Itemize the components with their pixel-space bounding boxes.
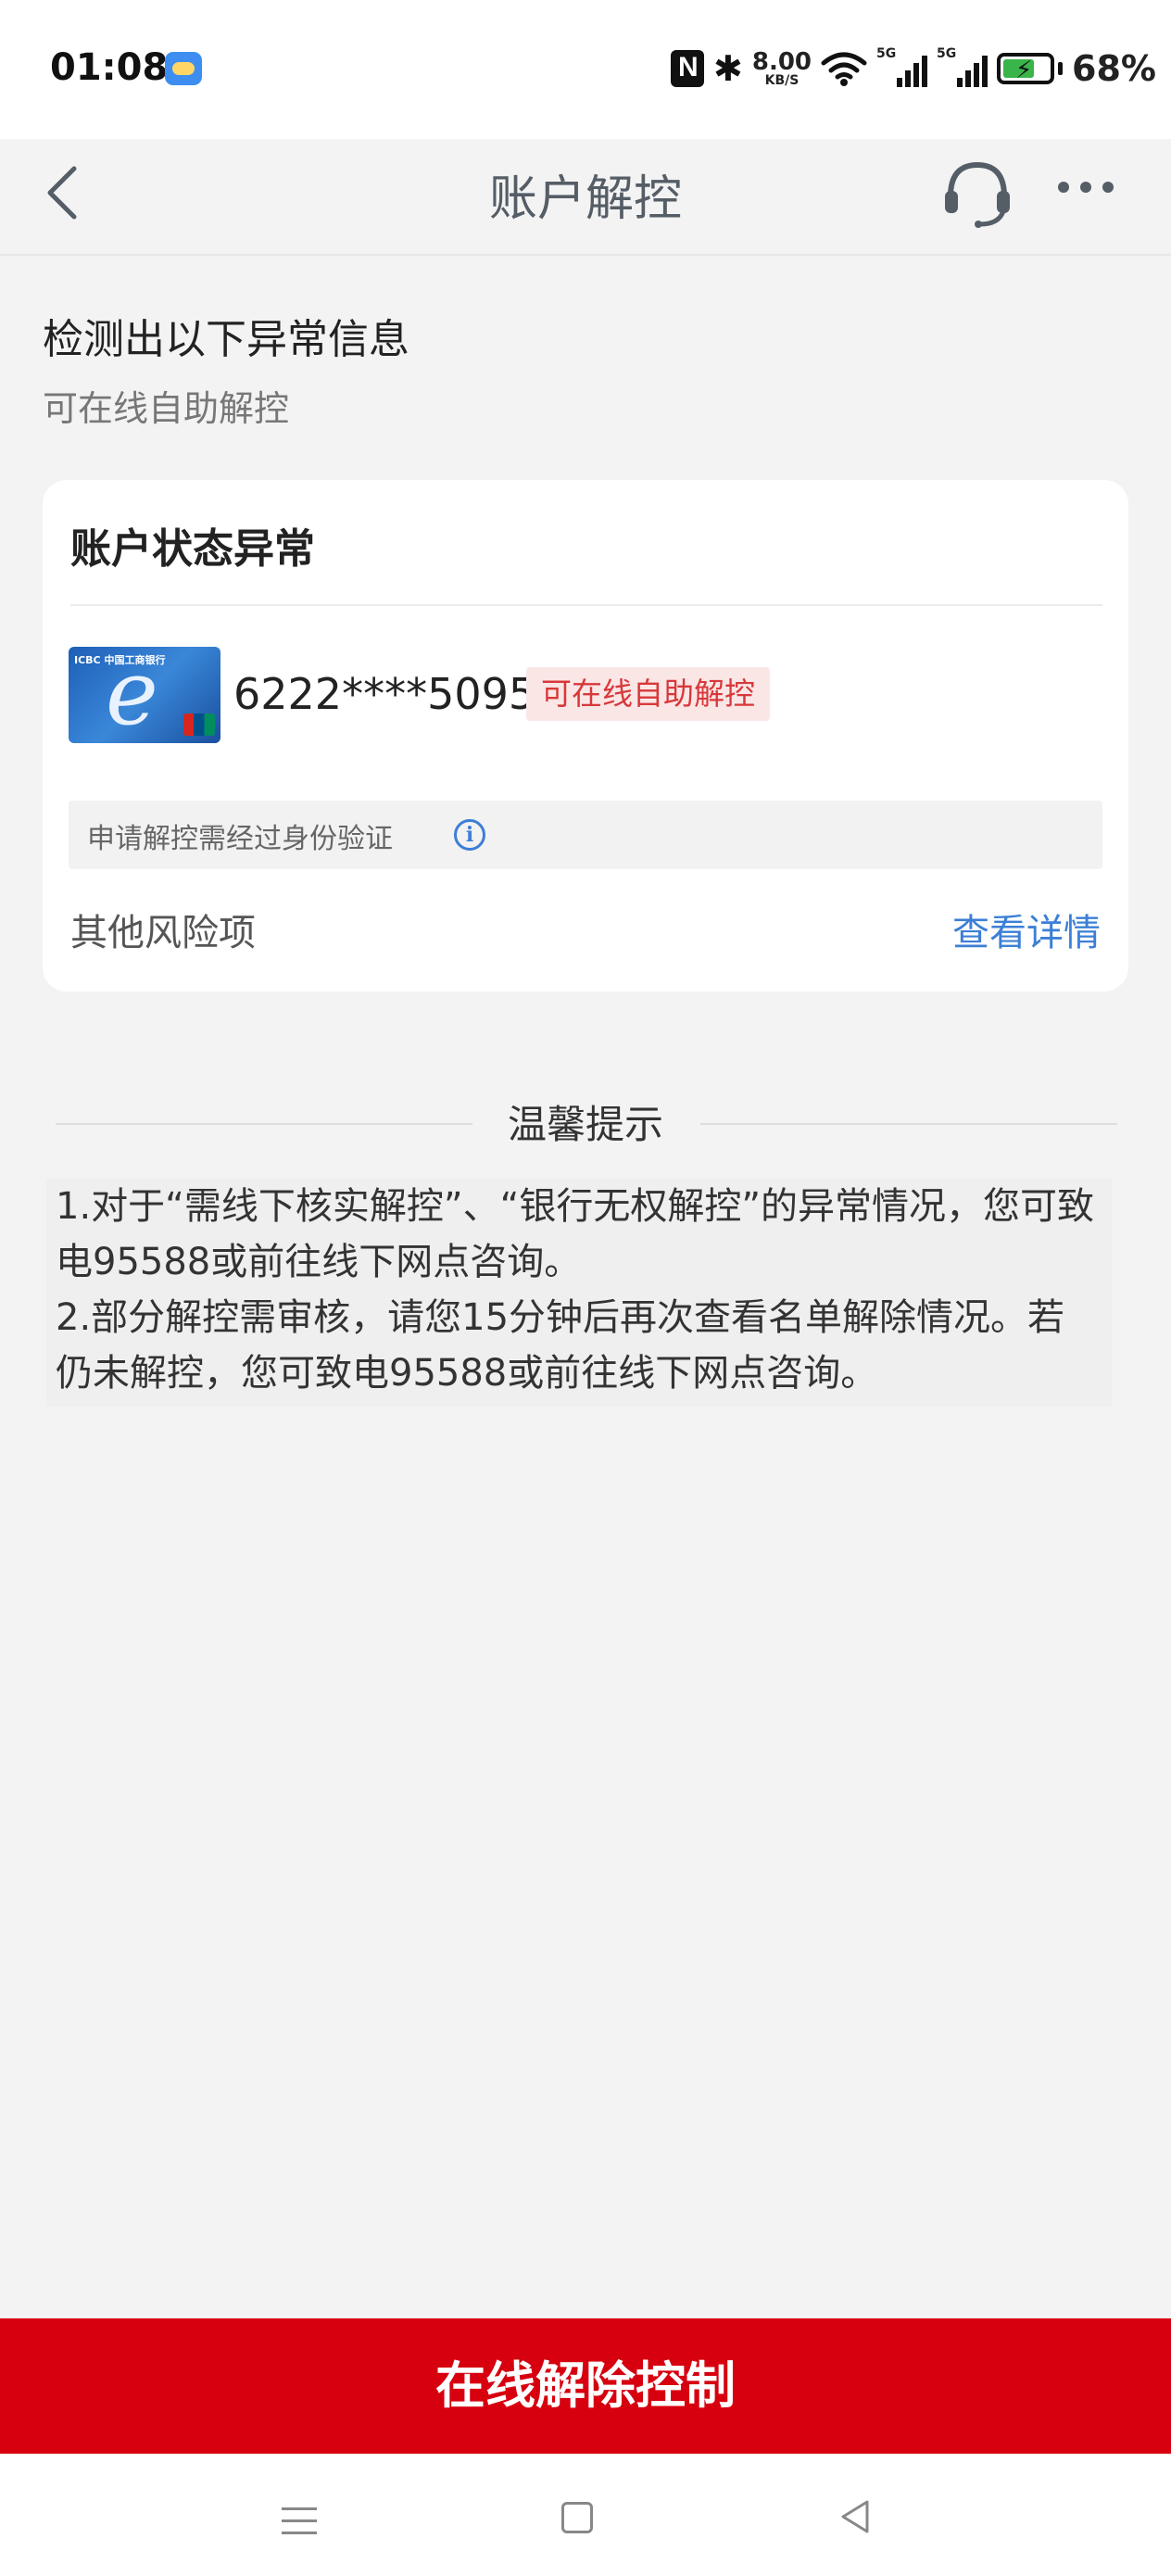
verification-notice: 申请解控需经过身份验证 i: [69, 801, 1102, 869]
recent-apps-icon[interactable]: [282, 2507, 317, 2544]
home-icon[interactable]: [561, 2502, 593, 2533]
verification-notice-text: 申请解控需经过身份验证: [87, 823, 393, 855]
signal-icon: 5G: [937, 46, 988, 87]
tips-line: 2.部分解控需审核，请您15分钟后再次查看名单解除情况。若: [56, 1296, 1065, 1339]
network-speed-unit: KB/S: [764, 73, 800, 88]
network-speed-value: 8.00: [751, 48, 812, 76]
tips-line: 仍未解控，您可致电95588或前往线下网点咨询。: [56, 1352, 878, 1395]
other-risk-label: 其他风险项: [70, 912, 256, 954]
network-speed: 8.00 KB/S: [752, 50, 812, 87]
bluetooth-icon: ✱: [713, 48, 743, 89]
tips-title: 温馨提示: [507, 1102, 663, 1147]
battery-icon: ⚡: [997, 53, 1064, 84]
wifi-icon: [821, 52, 867, 86]
nav-divider: [0, 254, 1171, 256]
card-divider: [70, 604, 1102, 606]
customer-service-icon[interactable]: [941, 159, 1014, 228]
tips-line: 1.对于“需线下核实解控”、“银行无权解控”的异常情况，您可致: [56, 1185, 1095, 1228]
signal-label: 5G: [876, 46, 897, 61]
bank-card-image: ICBC 中国工商银行 e: [69, 647, 220, 743]
info-icon[interactable]: i: [454, 819, 485, 851]
tips-line: 电95588或前往线下网点咨询。: [56, 1241, 582, 1283]
detect-subtitle: 可在线自助解控: [43, 388, 290, 429]
detect-title: 检测出以下异常信息: [43, 316, 409, 363]
account-status-card: 账户状态异常 ICBC 中国工商银行 e 6222****5095 可在线自助解…: [43, 480, 1128, 991]
system-back-icon[interactable]: [837, 2498, 875, 2535]
battery-percent: 68%: [1072, 48, 1156, 89]
status-icons: N ✱ 8.00 KB/S 5G 5G ⚡ 68%: [671, 44, 1156, 93]
weather-icon: [165, 52, 202, 85]
card-title: 账户状态异常: [70, 525, 315, 573]
tips-divider-right: [700, 1123, 1117, 1125]
more-icon[interactable]: [1058, 182, 1114, 193]
unfreeze-online-button[interactable]: 在线解除控制: [0, 2318, 1171, 2454]
view-detail-link[interactable]: 查看详情: [952, 903, 1101, 956]
unionpay-logo: [183, 713, 215, 736]
system-nav-bar: [0, 2454, 1171, 2576]
tips-content: 1.对于“需线下核实解控”、“银行无权解控”的异常情况，您可致 电95588或前…: [46, 1179, 1112, 1407]
status-bar: 01:08 N ✱ 8.00 KB/S 5G 5G ⚡ 68%: [0, 0, 1171, 139]
nfc-icon: N: [671, 50, 705, 87]
status-time: 01:08: [50, 46, 169, 89]
signal-label: 5G: [937, 46, 957, 61]
signal-icon: 5G: [876, 46, 928, 87]
status-badge: 可在线自助解控: [526, 667, 770, 721]
account-number: 6222****5095: [233, 669, 536, 719]
